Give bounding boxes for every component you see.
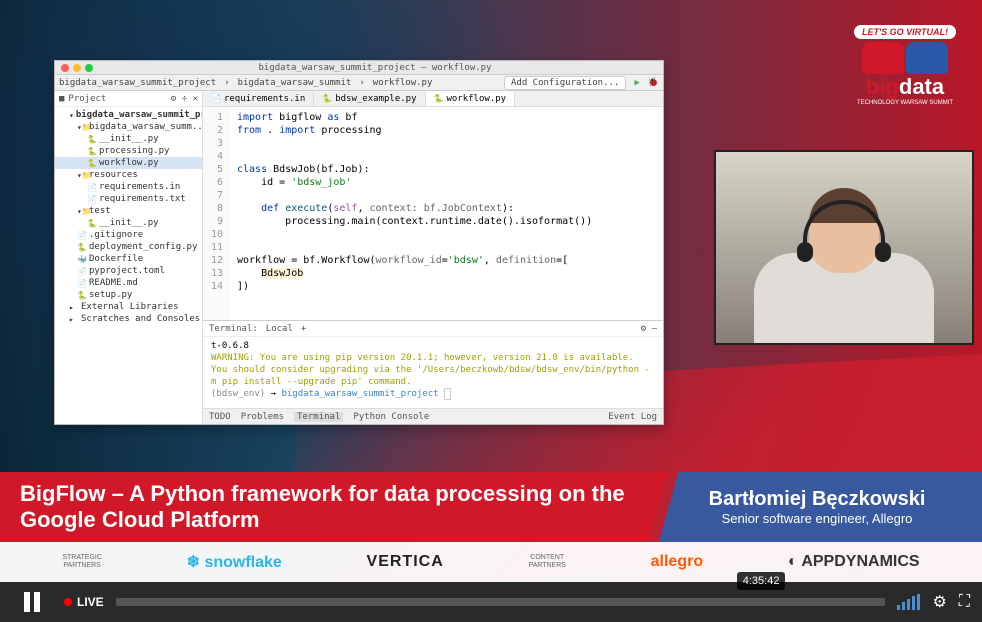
bottom-tab-problems[interactable]: Problems [241,412,284,422]
tree-dockerfile[interactable]: 🐳Dockerfile [55,253,202,265]
tab-requirements[interactable]: 📄requirements.in [203,91,314,106]
terminal-label: Terminal: [209,324,258,334]
settings-icon[interactable]: ⚙ [932,592,946,612]
terminal-output[interactable]: t-0.6.8 WARNING: You are using pip versi… [203,337,663,403]
seek-bar[interactable]: 4:35:42 [116,598,886,606]
tree-pyproject[interactable]: 📄pyproject.toml [55,265,202,277]
tree-test-init[interactable]: 🐍__init__.py [55,217,202,229]
editor-pane: 📄requirements.in 🐍bdsw_example.py 🐍workf… [203,91,663,424]
speaker-name: Bartłomiej Bęczkowski [709,488,926,511]
tree-resources[interactable]: ▾📁resources [55,169,202,181]
speaker-webcam [714,150,974,345]
bottom-tab-python-console[interactable]: Python Console [353,412,429,422]
bottom-event-log[interactable]: Event Log [608,412,657,422]
terminal-minimize-icon[interactable]: — [652,324,657,334]
breadcrumb-project[interactable]: bigdata_warsaw_summit_project [59,78,216,88]
tree-external-libs[interactable]: ▸External Libraries [55,301,202,313]
label-strategic-partners: STRATEGIC PARTNERS [62,554,102,569]
pause-button[interactable] [12,588,52,616]
sponsor-appdynamics: ◐ APPDYNAMICS [788,553,920,571]
breadcrumb-file[interactable]: workflow.py [373,78,433,88]
code-editor[interactable]: 1234567891011121314 import bigflow as bf… [203,107,663,320]
window-maximize-icon[interactable] [85,64,93,72]
tree-file-reqtxt[interactable]: 📄requirements.txt [55,193,202,205]
sponsor-allegro: allegro [651,553,703,571]
tree-file-reqin[interactable]: 📄requirements.in [55,181,202,193]
add-configuration-button[interactable]: Add Configuration... [504,76,626,90]
project-sidebar: ■Project⚙ ÷ ✕ ▾bigdata_warsaw_summit_pro… [55,91,203,424]
run-icon[interactable]: ▶ [634,78,639,88]
live-indicator[interactable]: LIVE [64,595,104,609]
terminal-panel: Terminal: Local + ⚙ — t-0.6.8 WARNING: Y… [203,320,663,408]
elephants-icon [862,42,948,74]
volume-icon[interactable] [897,594,920,610]
sidebar-header[interactable]: ■Project⚙ ÷ ✕ [55,91,202,107]
fullscreen-icon[interactable]: ⛶ [959,593,970,611]
lower-third-banner: BigFlow – A Python framework for data pr… [0,472,982,542]
tree-readme[interactable]: 📄README.md [55,277,202,289]
ide-path-bar: bigdata_warsaw_summit_project › bigdata_… [55,75,663,91]
time-tooltip: 4:35:42 [737,572,786,590]
elephant-blue-icon [906,42,948,74]
bottom-tab-todo[interactable]: TODO [209,412,231,422]
sponsor-bar: STRATEGIC PARTNERS ❄ snowflake VERTICA C… [0,542,982,582]
speaker-role: Senior software engineer, Allegro [722,511,913,526]
tree-deploy[interactable]: 🐍deployment_config.py [55,241,202,253]
presentation-title: BigFlow – A Python framework for data pr… [20,481,662,533]
sponsor-vertica: VERTICA [367,553,444,571]
window-title: bigdata_warsaw_summit_project – workflow… [259,63,492,73]
badge-title: bigdata [866,74,944,100]
debug-icon[interactable]: 🐞 [648,78,659,88]
pause-icon [24,592,40,612]
badge-tagline: LET'S GO VIRTUAL! [854,25,956,39]
tree-root[interactable]: ▾bigdata_warsaw_summit_project [55,109,202,121]
editor-tabs: 📄requirements.in 🐍bdsw_example.py 🐍workf… [203,91,663,107]
live-dot-icon [64,598,72,606]
sponsor-snowflake: ❄ snowflake [187,552,282,572]
terminal-tab-local[interactable]: Local [266,324,293,334]
window-close-icon[interactable] [61,64,69,72]
tab-bdsw-example[interactable]: 🐍bdsw_example.py [314,91,425,106]
ide-titlebar: bigdata_warsaw_summit_project – workflow… [55,61,663,75]
tree-gitignore[interactable]: 📄.gitignore [55,229,202,241]
bottom-tab-terminal[interactable]: Terminal [294,412,343,422]
code-content[interactable]: import bigflow as bf from . import proce… [229,107,592,320]
tab-workflow[interactable]: 🐍workflow.py [426,91,516,106]
event-logo-badge: LET'S GO VIRTUAL! bigdata TECHNOLOGY WAR… [840,25,970,115]
terminal-add-tab[interactable]: + [301,324,306,334]
tree-file-processing[interactable]: 🐍processing.py [55,145,202,157]
tree-test[interactable]: ▾📁test [55,205,202,217]
label-content-partners: CONTENT PARTNERS [528,554,565,569]
project-tree: ▾bigdata_warsaw_summit_project ▾📁bigdata… [55,107,202,327]
tree-scratches[interactable]: ▸Scratches and Consoles [55,313,202,325]
elephant-red-icon [862,42,904,74]
tree-file-workflow[interactable]: 🐍workflow.py [55,157,202,169]
tree-file-init[interactable]: 🐍__init__.py [55,133,202,145]
tree-package[interactable]: ▾📁bigdata_warsaw_summ... [55,121,202,133]
badge-subtitle: TECHNOLOGY WARSAW SUMMIT [857,100,953,106]
line-gutter: 1234567891011121314 [203,107,229,320]
ide-window: bigdata_warsaw_summit_project – workflow… [54,60,664,425]
tree-setup[interactable]: 🐍setup.py [55,289,202,301]
video-player-controls: LIVE 4:35:42 ⚙ ⛶ [0,582,982,622]
window-minimize-icon[interactable] [73,64,81,72]
bottom-tool-tabs: TODO Problems Terminal Python Console Ev… [203,408,663,424]
breadcrumb-module[interactable]: bigdata_warsaw_summit [238,78,352,88]
terminal-settings-icon[interactable]: ⚙ [641,324,646,334]
